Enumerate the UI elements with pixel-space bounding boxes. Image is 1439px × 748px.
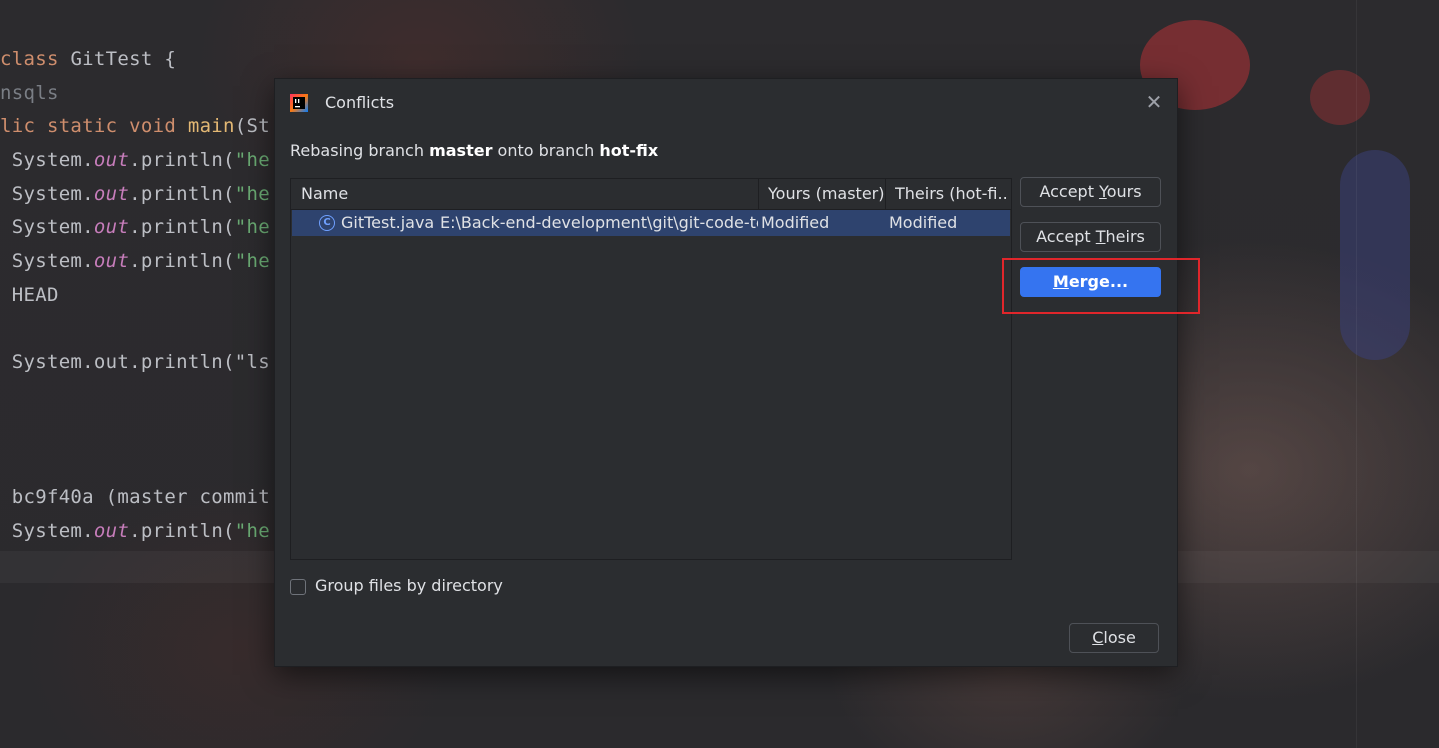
code-token: .println( [129,250,235,272]
branch-to: hot-fix [599,141,659,160]
code-token: lic static void [0,115,188,137]
code-token: HEAD [0,284,59,306]
code-token: GitTest { [70,48,177,70]
code-line[interactable]: lic static void main(St [0,115,270,137]
editor-right-margin [1356,0,1357,748]
table-row[interactable]: C GitTest.java E:\Back-end-development\g… [292,210,1010,236]
code-token: .println( [129,149,235,171]
code-line[interactable]: class GitTest { [0,48,176,70]
column-separator[interactable] [758,179,759,209]
column-header-yours[interactable]: Yours (master) [768,179,888,209]
code-line[interactable]: System.out.println("he [0,520,270,542]
code-token: "he [234,216,271,238]
code-token: bc9f40a (master commit [0,486,270,508]
code-token: .println( [129,216,235,238]
dialog-title-bar[interactable]: Conflicts ✕ [275,79,1177,127]
code-token: "he [234,520,271,542]
rebase-prefix: Rebasing branch [290,141,430,160]
code-token: class [0,48,71,70]
code-token: .println( [129,183,235,205]
code-token: .println( [129,520,235,542]
code-line[interactable]: System.out.println("he [0,149,270,171]
yours-status: Modified [761,213,830,232]
column-header-name[interactable]: Name [301,179,751,209]
decorative-flower [1310,70,1370,125]
column-header-theirs[interactable]: Theirs (hot-fi... [895,179,1009,209]
code-token: out [93,520,130,542]
code-token: out [93,216,130,238]
code-token: main [187,115,235,137]
accept-yours-label-rest: ours [1106,182,1142,201]
close-label-rest: lose [1103,628,1136,647]
code-token: "he [234,183,271,205]
close-icon[interactable]: ✕ [1143,91,1165,113]
accept-yours-label: Accept [1039,182,1100,201]
column-separator[interactable] [885,179,886,209]
close-button[interactable]: Close [1069,623,1159,653]
code-line[interactable]: System.out.println("he [0,216,270,238]
class-file-icon: C [319,215,335,231]
group-files-label[interactable]: Group files by directory [315,576,503,595]
code-token: System. [0,149,94,171]
code-token: System. [0,216,94,238]
merge-highlight-annotation [1002,258,1200,314]
code-token: System.out.println("ls [0,351,270,373]
intellij-app-icon [290,94,308,112]
rebase-description: Rebasing branch master onto branch hot-f… [290,141,658,160]
code-line[interactable]: System.out.println("he [0,183,270,205]
theirs-status: Modified [889,213,958,232]
accept-yours-button[interactable]: Accept Yours [1020,177,1161,207]
conflicts-dialog: Conflicts ✕ Rebasing branch master onto … [274,78,1200,667]
code-token: System. [0,250,94,272]
accept-theirs-label: Accept [1036,227,1096,246]
code-token: (St [234,115,271,137]
code-token: out [93,149,130,171]
code-line[interactable]: System.out.println("ls [0,351,270,373]
code-token: nsqls [0,82,59,104]
group-files-checkbox[interactable] [290,579,306,595]
code-line[interactable]: nsqls [0,82,59,104]
close-mnemonic: C [1092,628,1104,647]
branch-from: master [429,141,493,160]
rebase-middle: onto branch [492,141,600,160]
code-token: "he [234,250,271,272]
code-line[interactable]: bc9f40a (master commit [0,486,270,508]
accept-yours-mnemonic: Y [1099,182,1107,201]
accept-theirs-button[interactable]: Accept Theirs [1020,222,1161,252]
dialog-title: Conflicts [325,93,395,112]
code-token: "he [234,149,271,171]
conflicts-table[interactable]: Name Yours (master) Theirs (hot-fi... C … [290,178,1012,560]
code-token: System. [0,520,94,542]
code-token: out [93,250,130,272]
code-token: out [93,183,130,205]
code-line[interactable]: System.out.println("he [0,250,270,272]
decorative-sash [1340,150,1410,360]
code-token: System. [0,183,94,205]
file-name: GitTest.java [341,213,435,232]
file-path: E:\Back-end-development\git\git-code-te [440,213,758,232]
accept-theirs-label-rest: heirs [1105,227,1145,246]
code-line[interactable]: HEAD [0,284,59,306]
table-header: Name Yours (master) Theirs (hot-fi... [291,179,1011,210]
accept-theirs-mnemonic: T [1095,227,1106,246]
